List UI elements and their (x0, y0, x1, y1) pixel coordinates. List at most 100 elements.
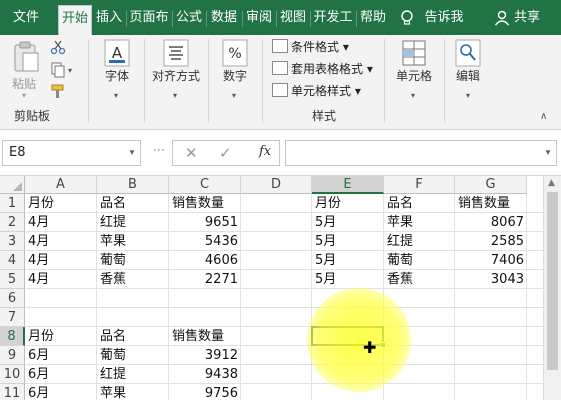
paste-caret-icon[interactable]: ▾ (22, 91, 26, 100)
cell-c3[interactable]: 5436 (169, 232, 241, 251)
alignment-caret-icon[interactable]: ▾ (173, 91, 177, 100)
cell-g4[interactable]: 7406 (455, 251, 527, 270)
cell-c1[interactable]: 销售数量 (169, 194, 241, 213)
cells-button[interactable]: 单元格 (390, 39, 438, 84)
column-header-a[interactable]: A (25, 176, 97, 194)
cell-c8[interactable]: 销售数量 (169, 327, 241, 346)
cell-a5[interactable]: 4月 (25, 270, 97, 289)
cell-e1[interactable]: 月份 (312, 194, 384, 213)
cell-b4[interactable]: 葡萄 (97, 251, 169, 270)
tab-home[interactable]: 开始 (58, 5, 92, 35)
cell-f5[interactable]: 香蕉 (384, 270, 455, 289)
column-header-e[interactable]: E (312, 176, 384, 194)
vertical-scrollbar[interactable]: ▲ (543, 176, 561, 400)
paste-label[interactable]: 粘贴 (12, 75, 36, 92)
font-caret-icon[interactable]: ▾ (114, 91, 118, 100)
number-button[interactable]: % 数字 (214, 39, 256, 84)
font-button[interactable]: A 字体 (96, 39, 138, 84)
column-header-c[interactable]: C (169, 176, 241, 194)
cell-f1[interactable]: 品名 (384, 194, 455, 213)
paste-icon[interactable] (12, 41, 40, 73)
lightbulb-icon[interactable] (399, 9, 415, 27)
name-box[interactable]: E8 (2, 140, 141, 166)
person-icon[interactable] (494, 10, 510, 26)
editing-caret-icon[interactable]: ▾ (466, 91, 470, 100)
tab-formulas[interactable]: 公式 (174, 5, 204, 31)
cell-b9[interactable]: 葡萄 (97, 346, 169, 365)
row-header-6[interactable]: 6 (0, 289, 25, 308)
tell-me-box[interactable]: 告诉我 (420, 5, 468, 31)
tab-view[interactable]: 视图 (278, 5, 308, 31)
alignment-button[interactable]: 对齐方式 (148, 39, 204, 84)
cell-a10[interactable]: 6月 (25, 365, 97, 384)
editing-button[interactable]: 编辑 (448, 39, 488, 84)
cell-f4[interactable]: 葡萄 (384, 251, 455, 270)
number-caret-icon[interactable]: ▾ (232, 91, 236, 100)
insert-function-icon[interactable]: fx (259, 144, 271, 159)
row-header-2[interactable]: 2 (0, 213, 25, 232)
tab-help[interactable]: 帮助 (358, 5, 388, 31)
cell-f3[interactable]: 红提 (384, 232, 455, 251)
cut-icon[interactable] (50, 39, 66, 55)
row-header-7[interactable]: 7 (0, 308, 25, 327)
row-header-9[interactable]: 9 (0, 346, 25, 365)
cell-b8[interactable]: 品名 (97, 327, 169, 346)
cell-b10[interactable]: 红提 (97, 365, 169, 384)
enter-icon[interactable]: ✓ (219, 144, 232, 162)
select-all-button[interactable] (0, 176, 25, 194)
formula-bar-grip-icon[interactable]: ⋮ (152, 144, 166, 155)
cells-caret-icon[interactable]: ▾ (411, 91, 415, 100)
cell-c9[interactable]: 3912 (169, 346, 241, 365)
scroll-up-icon[interactable]: ▲ (548, 178, 555, 188)
copy-caret-icon[interactable]: ▾ (68, 66, 72, 75)
row-header-1[interactable]: 1 (0, 194, 25, 213)
cell-g5[interactable]: 3043 (455, 270, 527, 289)
format-as-table-button[interactable]: 套用表格格式 ▾ (272, 59, 373, 79)
cell-a11[interactable]: 6月 (25, 384, 97, 400)
cell-g1[interactable]: 销售数量 (455, 194, 527, 213)
cell-c5[interactable]: 2271 (169, 270, 241, 289)
cell-a8[interactable]: 月份 (25, 327, 97, 346)
row-header-5[interactable]: 5 (0, 270, 25, 289)
tab-data[interactable]: 数据 (208, 5, 240, 31)
cell-c4[interactable]: 4606 (169, 251, 241, 270)
cell-e5[interactable]: 5月 (312, 270, 384, 289)
cell-a2[interactable]: 4月 (25, 213, 97, 232)
cell-b2[interactable]: 红提 (97, 213, 169, 232)
cell-a4[interactable]: 4月 (25, 251, 97, 270)
row-header-11[interactable]: 11 (0, 384, 25, 400)
cell-e3[interactable]: 5月 (312, 232, 384, 251)
cancel-icon[interactable]: ✕ (185, 144, 198, 162)
scroll-thumb[interactable] (547, 192, 558, 370)
cell-c10[interactable]: 9438 (169, 365, 241, 384)
cell-a3[interactable]: 4月 (25, 232, 97, 251)
cell-styles-button[interactable]: 单元格样式 ▾ (272, 81, 361, 101)
cell-f2[interactable]: 苹果 (384, 213, 455, 232)
cell-g2[interactable]: 8067 (455, 213, 527, 232)
cell-e4[interactable]: 5月 (312, 251, 384, 270)
column-header-d[interactable]: D (241, 176, 312, 194)
column-header-f[interactable]: F (384, 176, 455, 194)
cell-a9[interactable]: 6月 (25, 346, 97, 365)
tab-review[interactable]: 审阅 (244, 5, 274, 31)
cell-b3[interactable]: 苹果 (97, 232, 169, 251)
row-header-8[interactable]: 8 (0, 327, 25, 346)
cell-b1[interactable]: 品名 (97, 194, 169, 213)
cell-a1[interactable]: 月份 (25, 194, 97, 213)
formula-input[interactable] (285, 140, 557, 166)
worksheet-grid[interactable]: ABCDEFG 1 2 3 4 5 6 7 8 9 10 11 月份 品名 销售数量 4月 红提 9651 4月… (0, 176, 543, 400)
cell-g3[interactable]: 2585 (455, 232, 527, 251)
conditional-format-button[interactable]: 条件格式 ▾ (272, 37, 349, 57)
expand-formula-bar-icon[interactable]: ▾ (540, 140, 556, 166)
copy-icon[interactable] (50, 62, 66, 78)
collapse-ribbon-icon[interactable]: ∧ (540, 111, 547, 122)
cell-b5[interactable]: 香蕉 (97, 270, 169, 289)
column-header-g[interactable]: G (455, 176, 527, 194)
format-painter-icon[interactable] (50, 83, 66, 99)
tab-file[interactable]: 文件 (6, 5, 46, 31)
row-header-3[interactable]: 3 (0, 232, 25, 251)
name-box-dropdown-icon[interactable]: ▾ (124, 140, 140, 166)
fill-handle[interactable] (380, 342, 386, 348)
cell-c2[interactable]: 9651 (169, 213, 241, 232)
share-button[interactable]: 共享 (512, 5, 542, 31)
